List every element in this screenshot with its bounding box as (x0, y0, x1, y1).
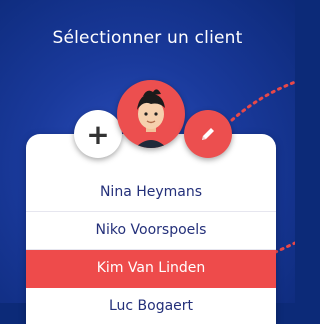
avatar[interactable] (117, 80, 185, 148)
page-title: Sélectionner un client (52, 28, 243, 48)
client-list-item[interactable]: Niko Voorspoels (26, 212, 276, 250)
user-avatar-icon (135, 89, 167, 148)
client-list-item[interactable]: Luc Bogaert (26, 288, 276, 324)
client-list-item-selected[interactable]: Kim Van Linden (26, 250, 276, 288)
client-list-card: Nina Heymans Niko Voorspoels Kim Van Lin… (26, 134, 276, 324)
client-list: Nina Heymans Niko Voorspoels Kim Van Lin… (26, 174, 276, 324)
edit-client-button[interactable] (184, 110, 232, 158)
plus-icon: + (86, 117, 110, 151)
pencil-icon (202, 128, 214, 140)
add-client-button[interactable]: + (74, 110, 122, 158)
client-list-item[interactable]: Nina Heymans (26, 174, 276, 212)
